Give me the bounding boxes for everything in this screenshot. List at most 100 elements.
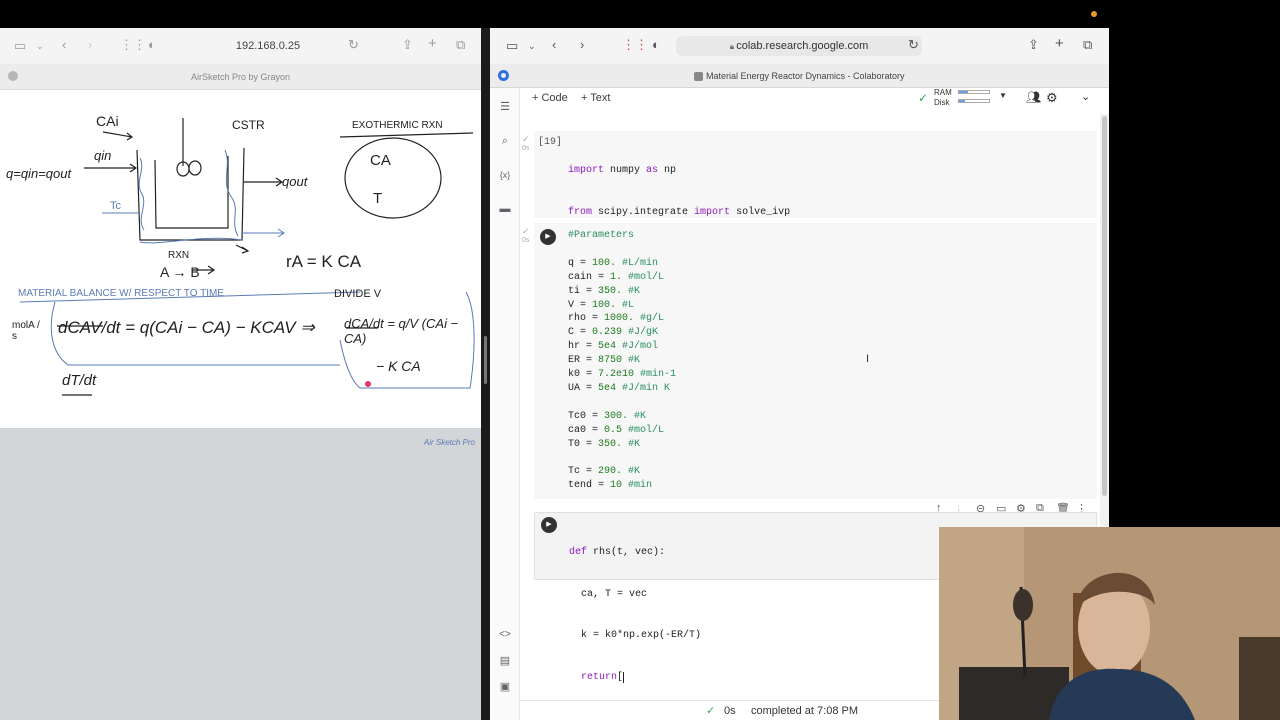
code-line: #Parameters <box>568 230 635 241</box>
code-line: C = 0.239 #J/gK <box>568 327 659 339</box>
back-icon[interactable]: ‹ <box>552 38 556 52</box>
webcam-overlay <box>939 527 1280 720</box>
sketch-label-balance: MATERIAL BALANCE W/ RESPECT TO TIME <box>18 288 224 299</box>
tabs-overview-icon[interactable]: ⧉ <box>456 38 465 52</box>
code-line: V = 100. #L <box>568 299 635 311</box>
sketch-label-mola: molA / s <box>12 320 40 342</box>
collapse-chevron-icon[interactable]: ⌄ <box>1081 90 1090 103</box>
sketch-equation-lhs: dCAV/dt = q(CAi − CA) − KCAV ⇒ <box>58 318 315 337</box>
grid-icon[interactable]: ⋮⋮ <box>622 38 648 52</box>
back-icon[interactable]: ‹ <box>62 38 66 52</box>
variables-icon[interactable]: {x} <box>498 168 512 182</box>
table-of-contents-icon[interactable]: ☰ <box>498 100 512 114</box>
ram-bar[interactable] <box>958 90 990 94</box>
sketch-canvas[interactable]: CAi CSTR EXOTHERMIC RXN q=qin=qout qin q… <box>0 90 481 428</box>
new-tab-icon[interactable]: + <box>1055 36 1064 51</box>
chevron-down-icon[interactable]: ⌄ <box>528 39 536 53</box>
code-line: tend = 10 #min <box>568 480 653 492</box>
webcam-image <box>939 527 1280 720</box>
search-icon[interactable]: ⌕ <box>498 134 512 148</box>
code-snippets-icon[interactable]: <> <box>498 628 512 642</box>
code-line: rho = 1000. #g/L <box>568 313 665 325</box>
right-url-field[interactable]: 🔒︎ colab.research.google.com <box>676 36 922 56</box>
disk-bar[interactable] <box>958 99 990 103</box>
disk-label: Disk <box>934 98 950 107</box>
cell-exec-time: 0s <box>522 145 530 152</box>
right-tab-bar: Material Energy Reactor Dynamics - Colab… <box>490 64 1109 88</box>
colab-favicon <box>694 72 704 82</box>
sketch-label-ra: rA = K CA <box>286 252 362 271</box>
cell-code[interactable]: #Parameters q = 100. #L/min cain = 1. #mol… <box>568 229 676 493</box>
code-line: q = 100. #L/min <box>568 257 659 269</box>
code-line: k0 = 7.2e10 #min-1 <box>568 369 677 381</box>
run-cell-button[interactable]: ▶ <box>540 229 556 245</box>
sketch-label-divide: DIVIDE V <box>334 288 382 300</box>
sketch-label-t: T <box>373 190 383 207</box>
sketch-label-rxn: RXN <box>168 250 190 261</box>
split-handle[interactable] <box>484 336 487 384</box>
code-line: ER = 8750 #K <box>568 355 641 367</box>
code-line: Tc = 290. #K <box>568 466 641 478</box>
right-tab-title[interactable]: Material Energy Reactor Dynamics - Colab… <box>490 64 1109 88</box>
code-line: hr = 5e4 #J/mol <box>568 341 659 353</box>
code-line: ca0 = 0.5 #mol/L <box>568 424 665 436</box>
share-icon[interactable]: ⇪ <box>402 38 413 52</box>
shield-icon: ◐ <box>652 37 660 52</box>
airsketch-watermark: Air Sketch Pro <box>423 438 475 447</box>
sketch-label-qout: qout <box>282 174 308 189</box>
sidebar-icon[interactable]: ▭ <box>14 39 26 53</box>
sketch-label-qin: qin <box>94 148 112 163</box>
command-palette-icon[interactable]: ▤ <box>498 654 512 668</box>
sketch-label-cai: CAi <box>96 113 119 129</box>
code-line: cain = 1. #mol/L <box>568 271 665 283</box>
chevron-down-icon[interactable]: ⌄ <box>36 39 44 53</box>
right-browser-toolbar: ▭ ⌄ ‹ › ⋮⋮ ◐ 🔒︎ colab.research.google.co… <box>490 28 1109 64</box>
status-completed-text: completed at 7:08 PM <box>751 705 859 717</box>
new-tab-icon[interactable]: + <box>428 36 437 51</box>
status-exec-time: 0s <box>724 705 736 717</box>
resources-dropdown-icon[interactable]: ▼ <box>999 91 1007 100</box>
grid-icon[interactable]: ⋮⋮ <box>120 38 146 52</box>
files-icon[interactable]: ▬ <box>498 202 512 216</box>
recording-indicator <box>1091 11 1097 17</box>
code-line: import numpy as np <box>568 164 677 176</box>
code-cell-imports[interactable]: ✓ 0s [19] import numpy as np from scipy.… <box>522 131 1097 343</box>
cell-code[interactable]: def rhs(t, vec): ca, T = vec k = k0*np.e… <box>569 518 701 713</box>
cell-exec-count: [19] <box>538 137 563 148</box>
forward-icon[interactable]: › <box>88 38 92 52</box>
share-icon[interactable]: ⇪ <box>1028 38 1039 52</box>
shield-icon: ◐ <box>148 37 156 52</box>
sketch-equation-rhs: dCA/dt = q/V (CAi − CA) <box>344 316 459 346</box>
reload-icon[interactable]: ↻ <box>908 38 919 52</box>
settings-gear-icon[interactable]: ⚙ <box>1046 90 1058 106</box>
terminal-icon[interactable]: ▣ <box>498 680 512 694</box>
sidebar-icon[interactable]: ▭ <box>506 39 518 53</box>
code-line: UA = 5e4 #J/min K <box>568 382 671 394</box>
tabs-overview-icon[interactable]: ⧉ <box>1083 38 1092 52</box>
reload-icon[interactable]: ↻ <box>348 38 359 52</box>
add-text-button[interactable]: + Text <box>581 92 610 104</box>
connected-check-icon: ✓ <box>918 91 929 105</box>
run-cell-button[interactable]: ▶ <box>541 517 557 533</box>
colab-sidebar: ☰ ⌕ {x} ▬ <> ▤ ▣ <box>490 88 520 720</box>
share-people-icon[interactable]: 👥︎ <box>1026 90 1041 104</box>
left-browser-toolbar: ▭ ⌄ ‹ › ⋮⋮ ◐ 192.168.0.25 ↻ ⇪ + ⧉ <box>0 28 481 64</box>
left-tab-bar: AirSketch Pro by Grayon <box>0 64 481 90</box>
split-view-divider[interactable] <box>481 28 490 720</box>
sketch-label-tc: Tc <box>110 200 121 212</box>
sketch-label-cstr: CSTR <box>232 118 265 132</box>
add-code-button[interactable]: + Code <box>532 92 568 104</box>
code-cell-parameters[interactable]: ✓ 0s ▶ #Parameters q = 100. #L/min cain = … <box>522 223 1097 499</box>
code-line: from scipy.integrate import solve_ivp <box>568 206 791 218</box>
left-tab-title[interactable]: AirSketch Pro by Grayon <box>0 64 481 90</box>
code-line: Tc0 = 300. #K <box>568 410 647 422</box>
left-url-field[interactable]: 192.168.0.25 <box>175 36 361 56</box>
sketch-label-q: q=qin=qout <box>6 166 72 181</box>
right-url-text: colab.research.google.com <box>736 40 869 52</box>
status-check-icon: ✓ <box>706 705 716 717</box>
cell-status-check-icon: ✓ <box>522 226 530 236</box>
sketch-label-dtdt: dT/dt <box>62 372 97 389</box>
forward-icon[interactable]: › <box>580 38 584 52</box>
